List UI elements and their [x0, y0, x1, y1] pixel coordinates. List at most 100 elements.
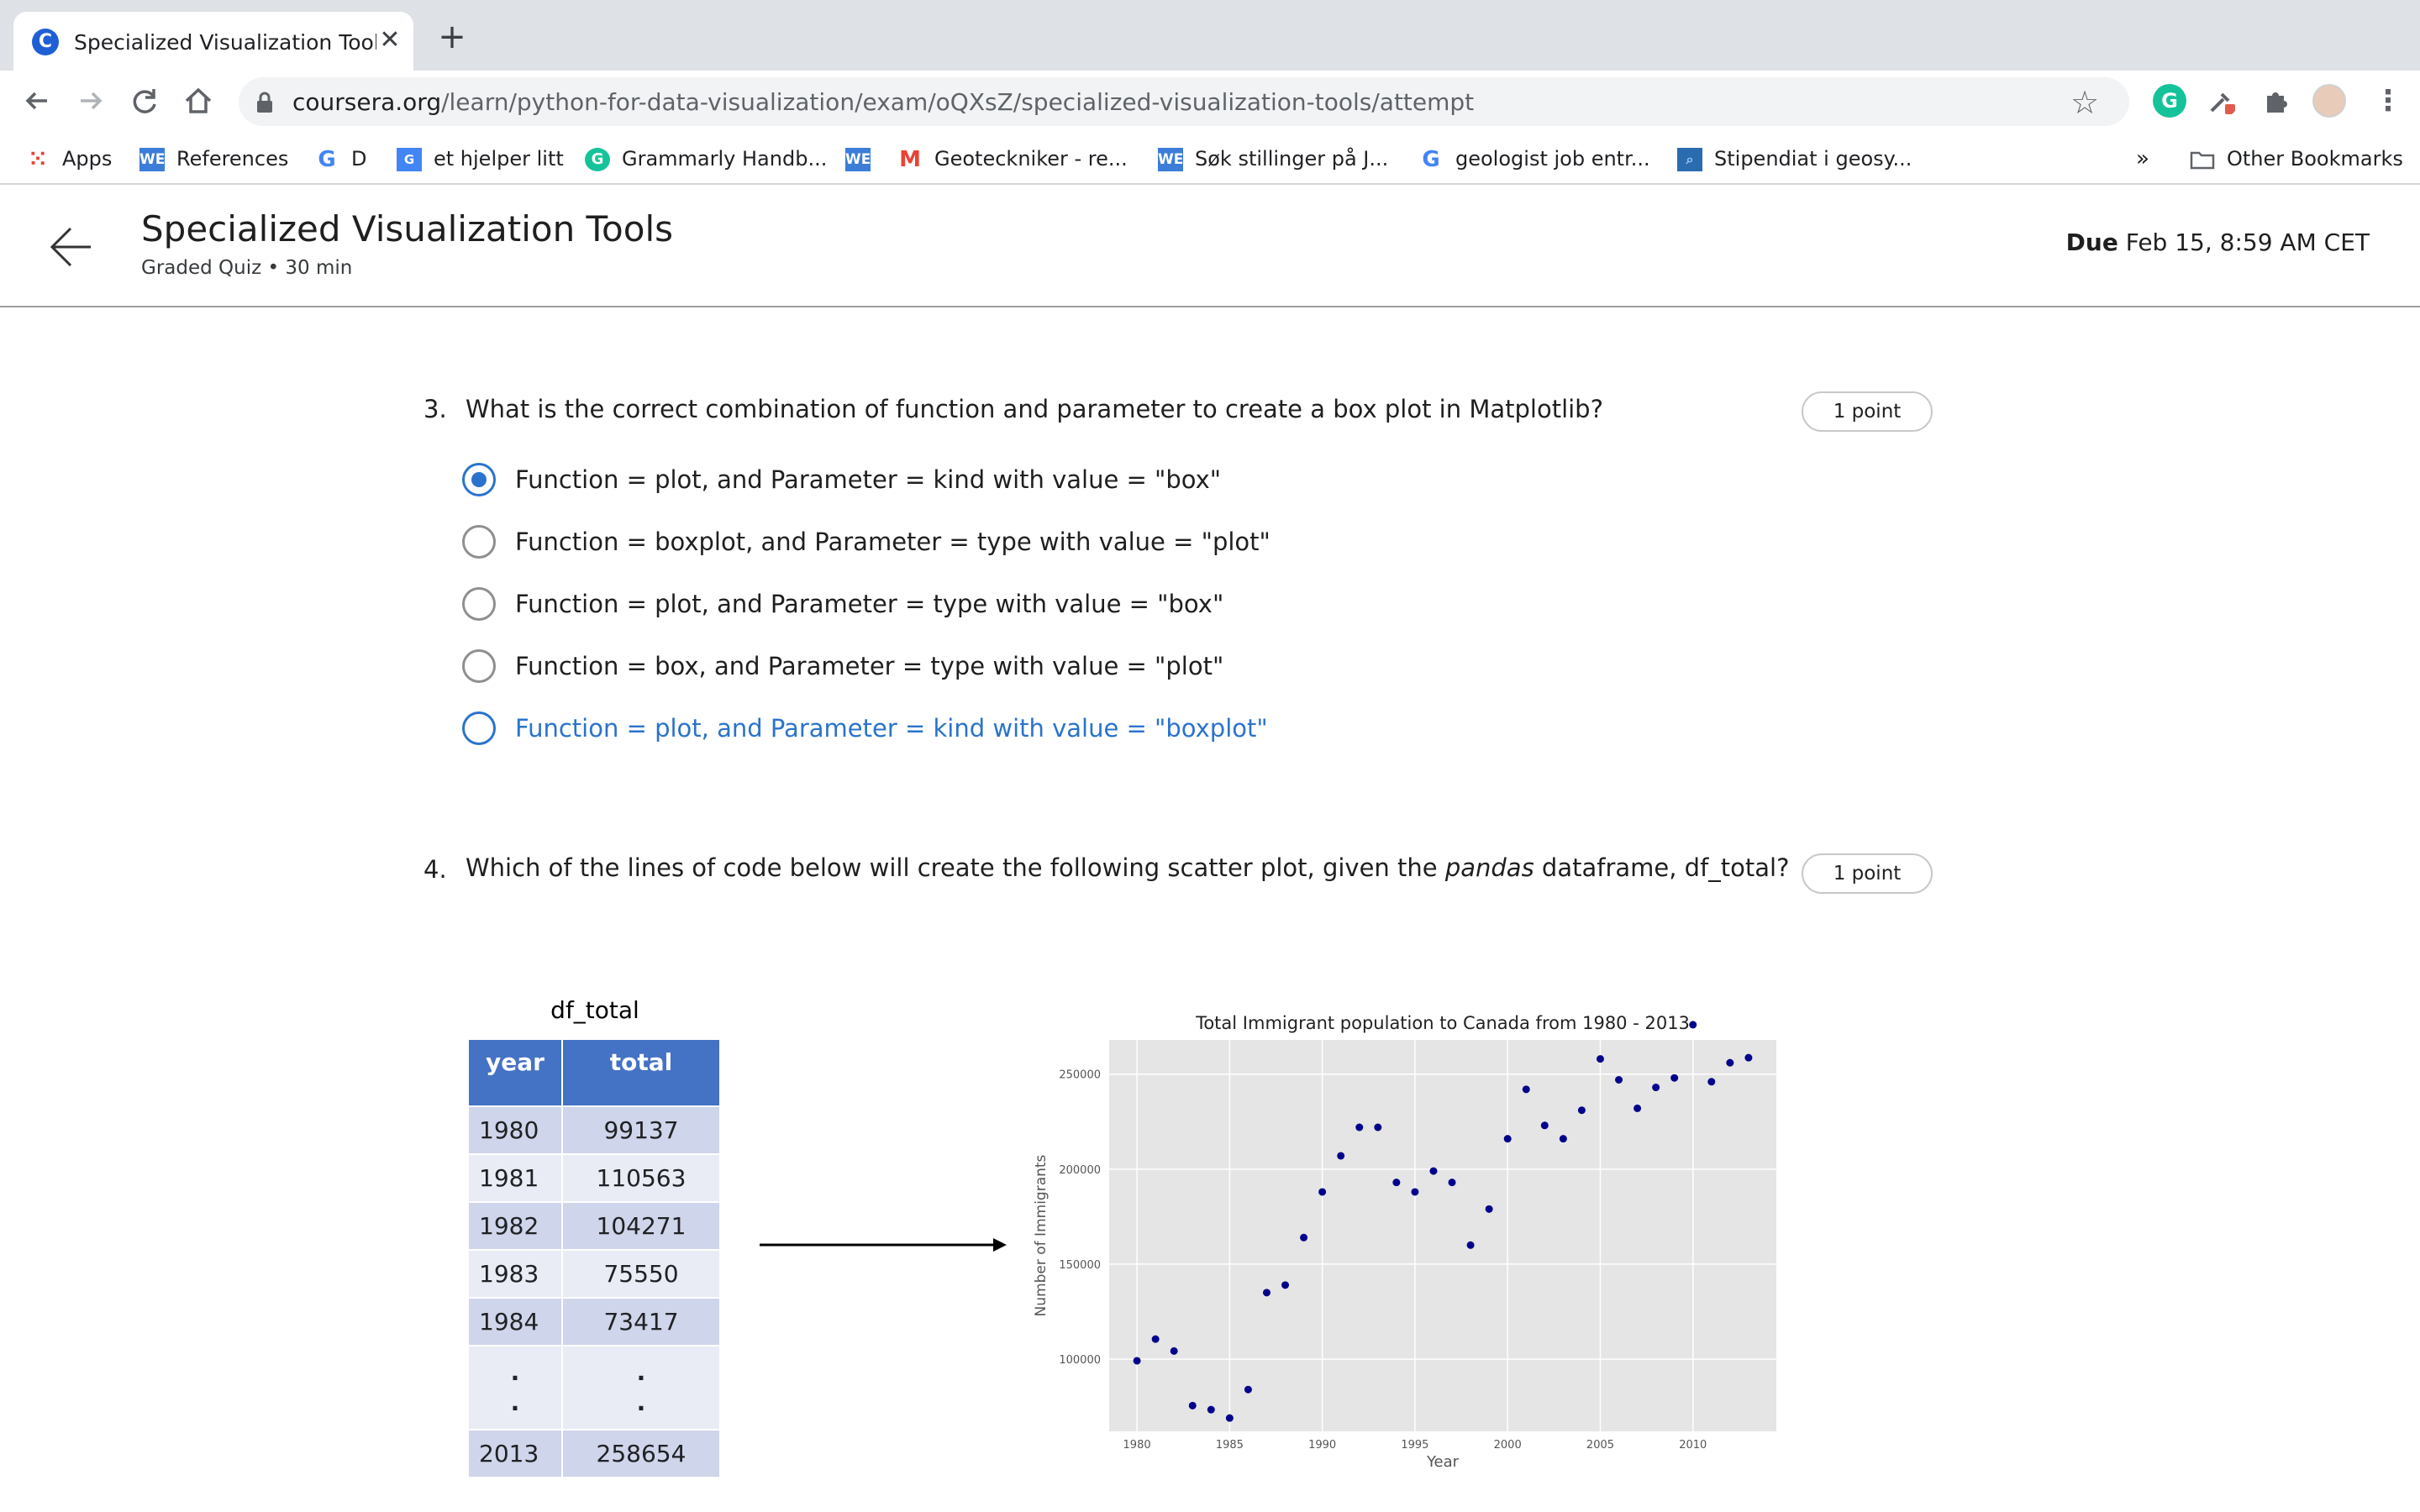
due-date: Due Feb 15, 8:59 AM CET [2066, 228, 2370, 256]
scatter-point [1262, 1289, 1270, 1297]
table-header-year: year [467, 1038, 563, 1107]
bookmark-label: Other Bookmarks [2227, 147, 2403, 171]
scatter-point [1281, 1281, 1290, 1289]
scatter-point [1615, 1076, 1623, 1084]
radio-button[interactable] [462, 587, 496, 621]
scatter-point [1355, 1123, 1364, 1131]
bookmark-apps[interactable]: ⁙ Apps [25, 144, 112, 173]
x-tick-label: 2000 [1494, 1439, 1522, 1452]
table-cell: 73417 [561, 1297, 721, 1347]
bookmark-other-bookmarks[interactable]: Other Bookmarks [2190, 144, 2403, 173]
bookmark-et-hjelper-litt[interactable]: Get hjelper litt [397, 144, 564, 173]
radio-button[interactable] [462, 525, 496, 559]
scatter-point [1577, 1106, 1586, 1115]
bookmarks-overflow-icon[interactable]: » [2136, 144, 2149, 173]
we-icon: WE [139, 148, 165, 171]
radio-button-selected[interactable] [462, 463, 496, 496]
bookmark-star-icon[interactable]: ☆ [2070, 84, 2099, 121]
table-cell: 1980 [467, 1105, 563, 1155]
bookmark-d[interactable]: GD [314, 144, 366, 173]
bookmark-sok-stillinger[interactable]: WE Søk stillinger på J... [1158, 144, 1388, 173]
scatter-point [1151, 1335, 1160, 1343]
question-3-text: What is the correct combination of funct… [466, 395, 1603, 423]
plot-area [1109, 1040, 1776, 1431]
table-cell: 104271 [561, 1201, 721, 1251]
question-4-text: Which of the lines of code below will cr… [466, 853, 1790, 882]
bookmark-geoteckniker[interactable]: M Geoteckniker - re... [897, 144, 1128, 173]
table-cell: 1982 [467, 1201, 563, 1251]
bookmark-we[interactable]: WE [845, 144, 882, 173]
bookmark-grammarly[interactable]: G Grammarly Handb... [585, 144, 827, 173]
scatter-point [1411, 1188, 1419, 1196]
site-favicon-icon: ⌕ [1677, 148, 1702, 171]
browser-tab[interactable]: C Specialized Visualization Tools ✕ [13, 12, 413, 71]
table-row: 1983 75550 [467, 1249, 721, 1299]
question-4-text-em: pandas [1444, 853, 1534, 882]
google-icon: G [1422, 147, 1440, 172]
table-row: 1981 110563 [467, 1153, 721, 1203]
new-tab-icon[interactable]: + [435, 20, 469, 54]
scatter-point [1503, 1135, 1512, 1143]
table-cell: .. [561, 1345, 721, 1431]
extensions-puzzle-icon[interactable] [2259, 84, 2292, 118]
bookmark-geologist[interactable]: Ggeologist job entr... [1418, 144, 1649, 173]
scatter-point [1448, 1179, 1456, 1187]
grammarly-icon: G [585, 148, 610, 171]
bookmark-references[interactable]: WE References [139, 144, 288, 173]
reload-icon[interactable] [126, 82, 163, 119]
radio-button-hovered[interactable] [462, 711, 496, 745]
profile-avatar[interactable] [2312, 84, 2346, 118]
question-4-points-badge: 1 point [1802, 853, 1933, 894]
eyedropper-extension-icon[interactable] [2205, 84, 2238, 118]
x-tick-label: 1995 [1401, 1439, 1428, 1452]
scatter-point [1726, 1058, 1734, 1067]
bookmark-stipendiat[interactable]: ⌕ Stipendiat i geosy... [1677, 144, 1912, 173]
scatter-point [1634, 1104, 1642, 1112]
x-tick-label: 2010 [1679, 1439, 1707, 1452]
scatter-point [1207, 1405, 1215, 1414]
bookmark-label: Søk stillinger på J... [1195, 147, 1389, 171]
scatter-point [1133, 1357, 1141, 1365]
home-icon[interactable] [180, 82, 217, 119]
scatter-point [1652, 1084, 1660, 1092]
page-title: Specialized Visualization Tools [141, 208, 673, 249]
table-cell: 1981 [467, 1153, 563, 1203]
scatter-point [1225, 1414, 1234, 1422]
back-icon[interactable] [18, 82, 55, 119]
question-3-points-badge: 1 point [1802, 391, 1933, 432]
google-icon: G [318, 147, 336, 172]
url-path: /learn/python-for-data-visualization/exa… [441, 88, 1475, 116]
browser-toolbar: coursera.org/learn/python-for-data-visua… [0, 71, 2420, 131]
scatter-point [1300, 1233, 1308, 1242]
table-header-total: total [561, 1038, 721, 1107]
scatter-chart: Total Immigrant population to Canada fro… [1033, 1013, 1776, 1471]
scatter-point [1485, 1205, 1493, 1213]
grammarly-extension-icon[interactable]: G [2153, 84, 2186, 118]
address-bar[interactable]: coursera.org/learn/python-for-data-visua… [239, 77, 2129, 126]
y-tick-label: 100000 [1059, 1354, 1101, 1367]
table-cell: 2013 [467, 1429, 563, 1478]
question-4-text-end: dataframe, df_total? [1534, 853, 1790, 882]
scatter-point [1559, 1135, 1567, 1143]
scatter-point [1318, 1188, 1327, 1196]
table-cell: 1983 [467, 1249, 563, 1299]
tab-strip: C Specialized Visualization Tools ✕ + [0, 0, 2420, 71]
url-host: coursera.org [292, 88, 442, 116]
due-value: Feb 15, 8:59 AM CET [2125, 228, 2370, 256]
quiz-subtitle: Graded Quiz • 30 min [141, 257, 353, 279]
scatter-point [1244, 1385, 1252, 1394]
forward-icon[interactable] [72, 82, 109, 119]
table-cell: 99137 [561, 1105, 721, 1155]
table-row: 1984 73417 [467, 1297, 721, 1347]
table-cell: .. [467, 1345, 563, 1431]
we-icon: WE [845, 148, 871, 171]
we-icon: WE [1158, 148, 1183, 171]
back-arrow-icon[interactable] [47, 223, 94, 270]
radio-button[interactable] [462, 649, 496, 683]
y-tick-label: 200000 [1059, 1164, 1101, 1177]
bookmark-label: Stipendiat i geosy... [1714, 147, 1912, 171]
ellipsis-dot: . [636, 1389, 646, 1416]
table-cell: 110563 [561, 1153, 721, 1203]
tab-close-icon[interactable]: ✕ [375, 25, 405, 55]
menu-kebab-icon[interactable]: ⋮ [2371, 84, 2405, 118]
